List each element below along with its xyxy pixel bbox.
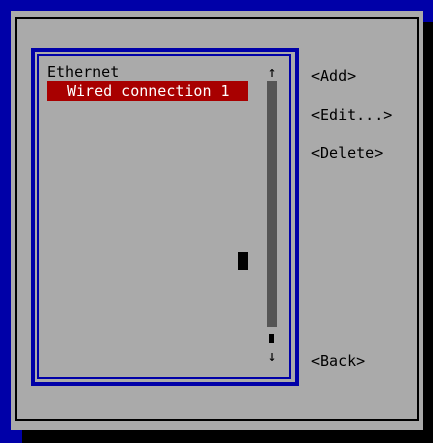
scroll-down-arrow-icon[interactable]: ↓ (265, 346, 279, 366)
connection-list-inner-frame: Ethernet Wired connection 1 ↑ ↓ (37, 54, 291, 379)
scrollbar-thumb[interactable] (269, 334, 274, 343)
group-header-ethernet: Ethernet (47, 63, 120, 81)
back-button[interactable]: <Back> (311, 351, 365, 371)
connection-dialog: Ethernet Wired connection 1 ↑ ↓ <Add> <E… (11, 11, 423, 430)
edit-button[interactable]: <Edit...> (311, 105, 392, 125)
scroll-up-arrow-icon[interactable]: ↑ (265, 62, 279, 82)
delete-button[interactable]: <Delete> (311, 143, 383, 163)
connection-list-frame: Ethernet Wired connection 1 ↑ ↓ (31, 48, 299, 386)
add-button[interactable]: <Add> (311, 66, 356, 86)
scrollbar-track[interactable] (267, 81, 277, 327)
connection-list[interactable]: Ethernet Wired connection 1 ↑ ↓ (39, 56, 289, 377)
text-cursor (238, 252, 248, 270)
list-item-wired-connection-1[interactable]: Wired connection 1 (47, 81, 248, 101)
